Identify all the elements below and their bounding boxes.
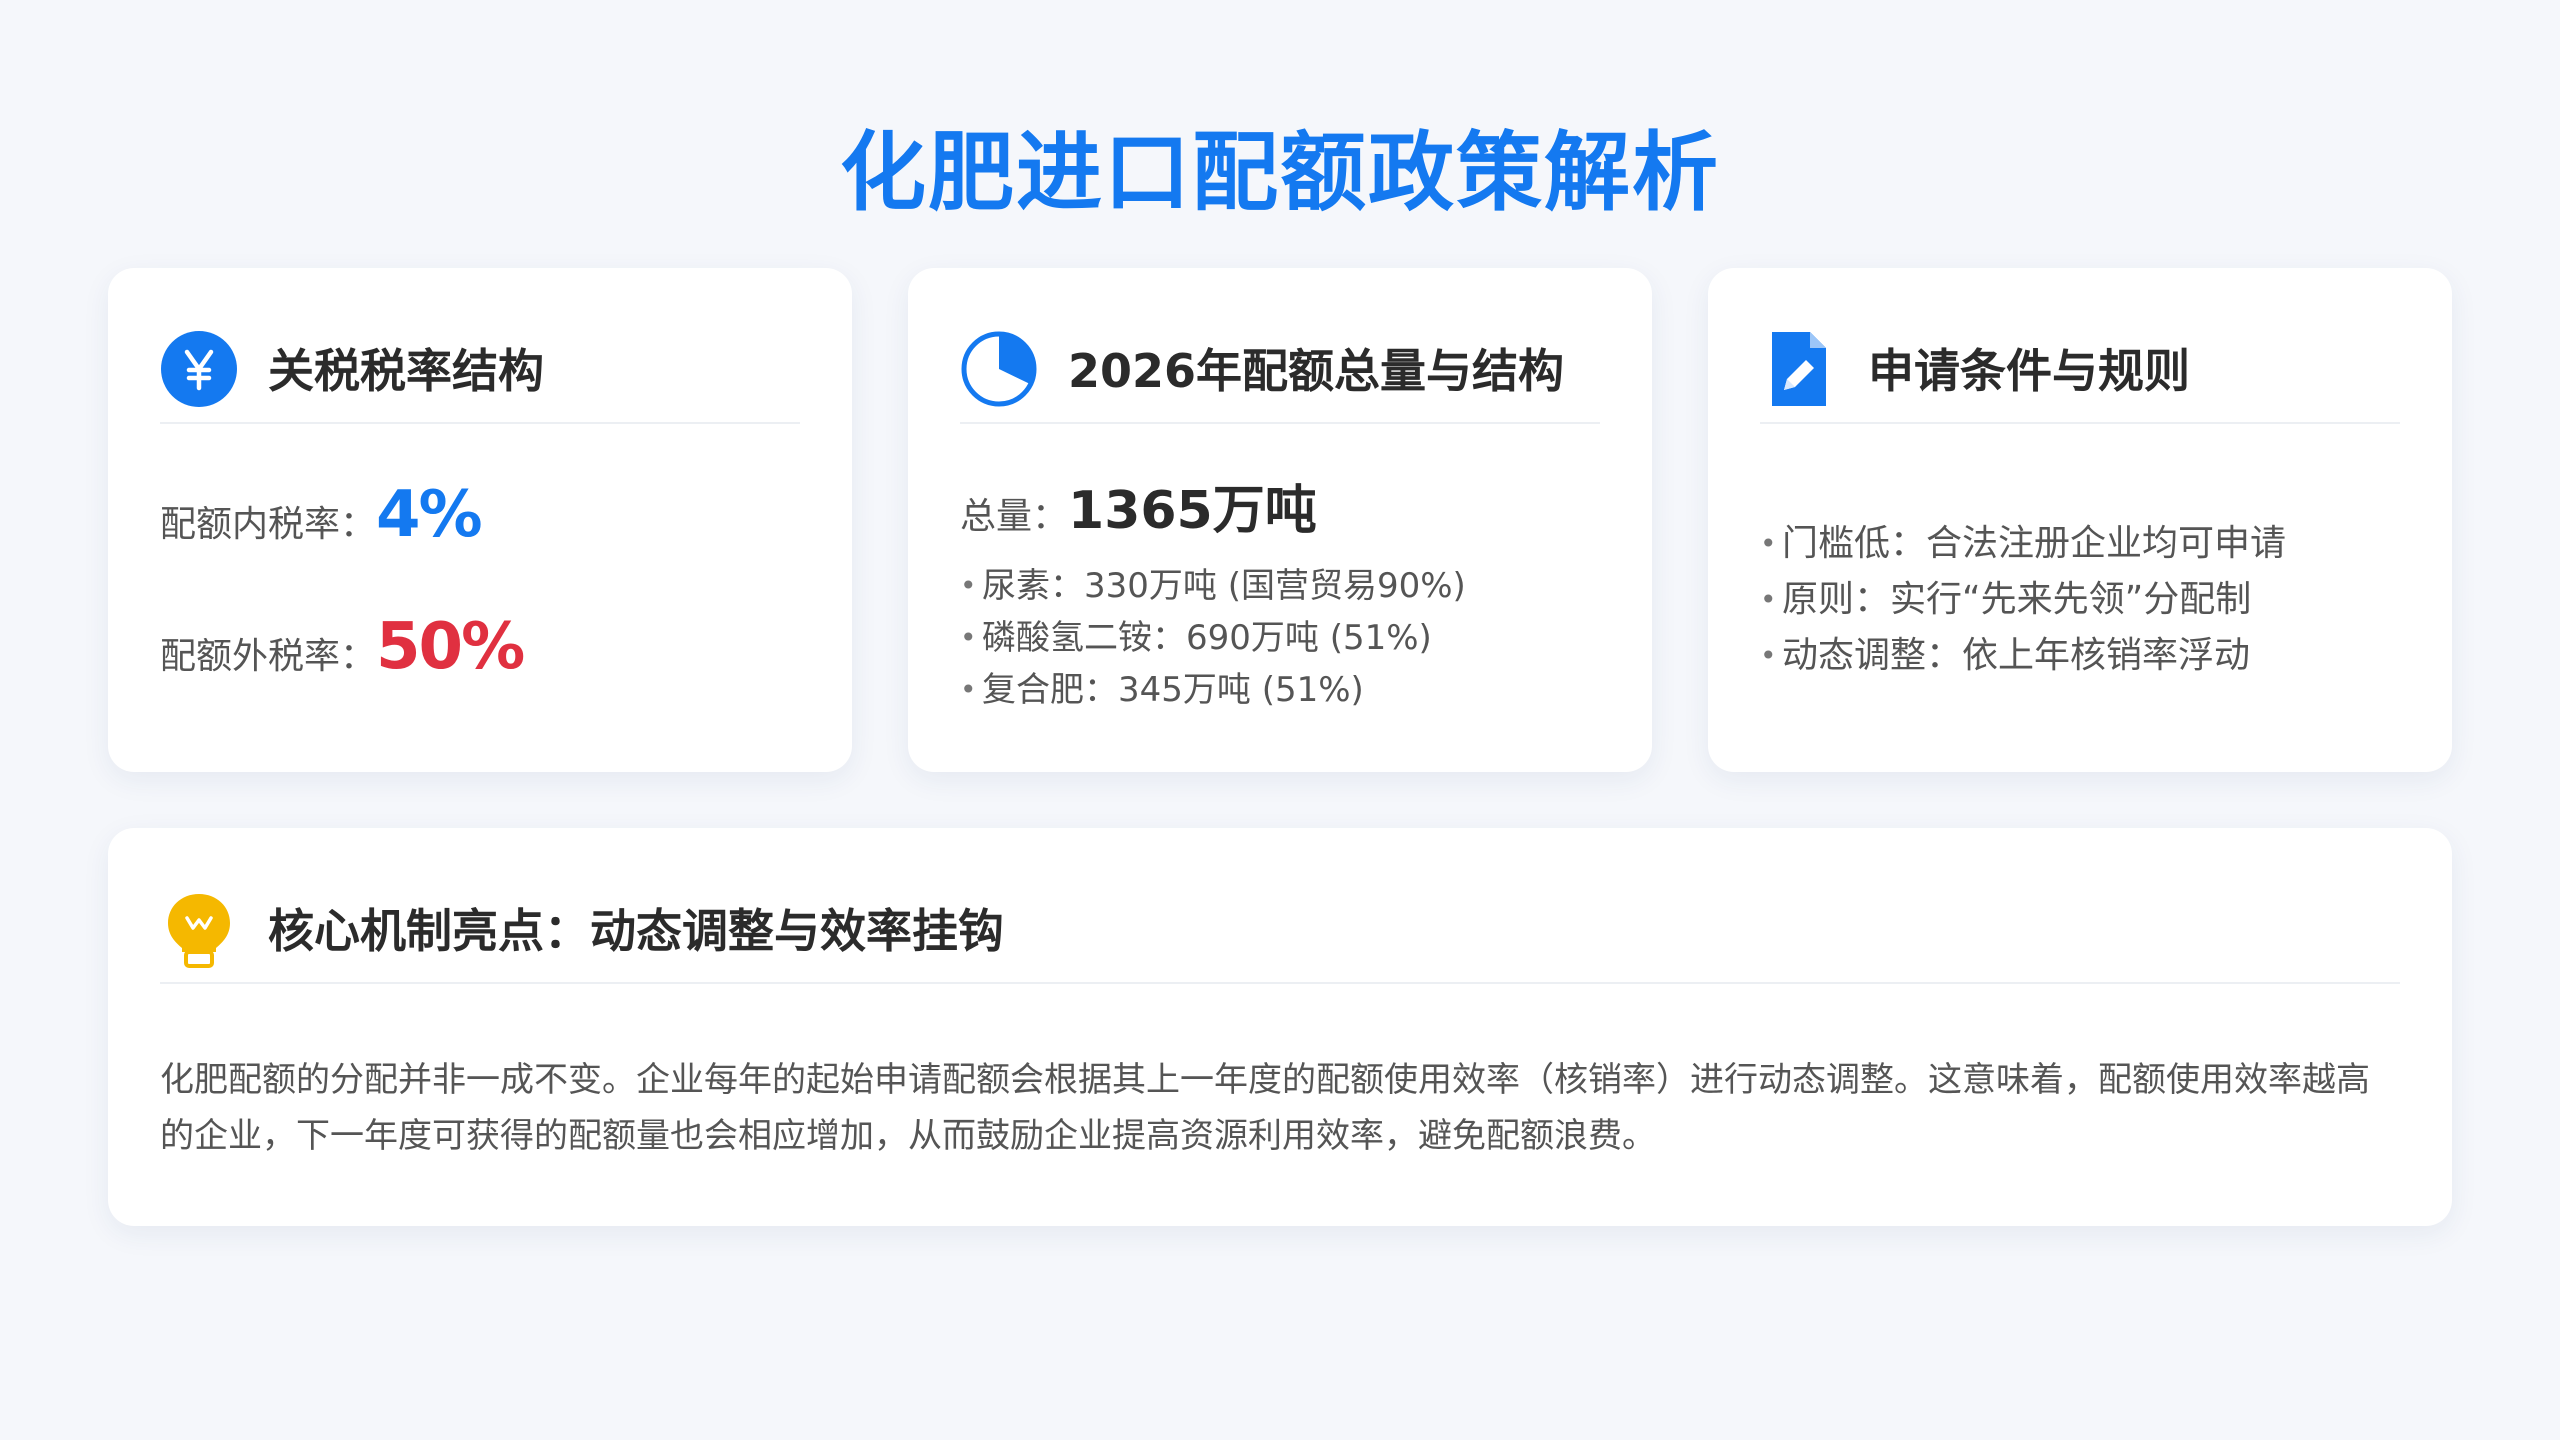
rules-card: 申请条件与规则 门槛低：合法注册企业均可申请 原则：实行“先来先领”分配制 动态… [1708,268,2452,772]
out-quota-rate-label: 配额外税率： [160,636,377,677]
document-edit-icon [1772,332,1826,406]
tariff-card-title: 关税税率结构 [268,344,544,398]
rules-list: 门槛低：合法注册企业均可申请 原则：实行“先来先领”分配制 动态调整：依上年核销… [1760,516,2286,684]
yen-circle-icon [161,331,237,407]
in-quota-rate-row: 配额内税率：4% [160,478,483,552]
out-quota-rate-row: 配额外税率：50% [160,610,525,684]
mechanism-card-header: 核心机制亮点：动态调整与效率挂钩 [160,886,2400,984]
pie-chart-icon [961,331,1037,407]
mechanism-description: 化肥配额的分配并非一成不变。企业每年的起始申请配额会根据其上一年度的配额使用效率… [160,1060,2370,1156]
quota-card-header: 2026年配额总量与结构 [960,326,1600,424]
rules-card-title: 申请条件与规则 [1868,344,2190,398]
quota-card: 2026年配额总量与结构 总量：1365万吨 尿素：330万吨 (国营贸易90%… [908,268,1652,772]
quota-total-label: 总量： [960,496,1069,537]
rules-card-header: 申请条件与规则 [1760,326,2400,424]
quota-total-value: 1365万吨 [1068,481,1317,541]
quota-card-title: 2026年配额总量与结构 [1068,344,1565,398]
list-item: 磷酸氢二铵：690万吨 (51%) [960,612,1466,664]
list-item: 动态调整：依上年核销率浮动 [1760,628,2286,684]
out-quota-rate-value: 50% [376,610,525,684]
list-item: 尿素：330万吨 (国营贸易90%) [960,560,1466,612]
list-item: 原则：实行“先来先领”分配制 [1760,572,2286,628]
mechanism-card: 核心机制亮点：动态调整与效率挂钩 化肥配额的分配并非一成不变。企业每年的起始申请… [108,828,2452,1226]
mechanism-card-title: 核心机制亮点：动态调整与效率挂钩 [268,904,1004,958]
quota-breakdown-list: 尿素：330万吨 (国营贸易90%) 磷酸氢二铵：690万吨 (51%) 复合肥… [960,560,1466,716]
lightbulb-icon [168,894,230,968]
in-quota-rate-value: 4% [376,478,483,552]
tariff-card: 关税税率结构 配额内税率：4% 配额外税率：50% [108,268,852,772]
list-item: 门槛低：合法注册企业均可申请 [1760,516,2286,572]
tariff-card-header: 关税税率结构 [160,326,800,424]
page-title: 化肥进口配额政策解析 [840,123,1720,223]
quota-total-row: 总量：1365万吨 [960,468,1317,543]
in-quota-rate-label: 配额内税率： [160,504,377,545]
list-item: 复合肥：345万吨 (51%) [960,664,1466,716]
